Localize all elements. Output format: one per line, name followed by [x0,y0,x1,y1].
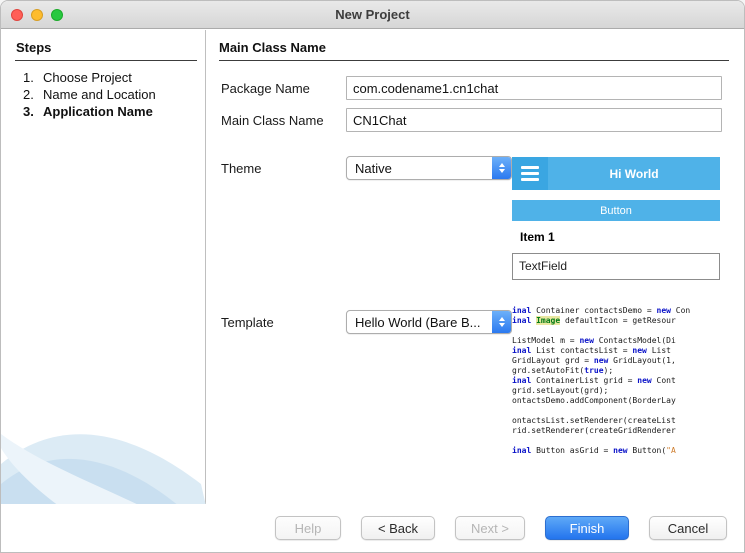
step-item-application-name: 3. Application Name [23,104,153,119]
preview-button: Button [512,200,720,221]
steps-divider [15,60,197,61]
step-item-choose-project: 1. Choose Project [23,70,132,85]
step-item-name-and-location: 2. Name and Location [23,87,156,102]
package-name-input[interactable] [346,76,722,100]
step-label: Application Name [43,104,153,119]
heading-divider [219,60,729,61]
traffic-lights [11,9,63,21]
steps-heading: Steps [16,40,52,55]
next-button: Next > [455,516,525,540]
template-label: Template [221,315,274,330]
footer-button-bar: Help < Back Next > Finish Cancel [1,504,744,552]
step-label: Name and Location [43,87,156,102]
new-project-dialog: New Project Steps 1. Choose Project 2. N… [0,0,745,553]
window-title: New Project [335,7,410,22]
step-number: 3. [23,104,34,119]
finish-button[interactable]: Finish [545,516,629,540]
page-title: Main Class Name [219,40,326,55]
template-dropdown[interactable]: Hello World (Bare B... [346,310,512,334]
theme-dropdown[interactable]: Native [346,156,512,180]
step-number: 1. [23,70,34,85]
dropdown-stepper-icon [492,311,511,333]
watermark-graphic [1,434,206,506]
theme-preview-panel: Hi World Button Item 1 TextField [512,157,720,288]
main-class-name-label: Main Class Name [221,113,324,128]
theme-dropdown-value: Native [355,160,392,176]
preview-textfield: TextField [512,253,720,280]
titlebar: New Project [1,1,744,29]
cancel-button[interactable]: Cancel [649,516,727,540]
theme-label: Theme [221,161,262,176]
step-label: Choose Project [43,70,132,85]
preview-title: Hi World [609,166,659,181]
package-name-label: Package Name [221,81,310,96]
template-dropdown-value: Hello World (Bare B... [355,314,481,330]
steps-panel: Steps 1. Choose Project 2. Name and Loca… [1,30,206,506]
close-window-button[interactable] [11,9,23,21]
step-number: 2. [23,87,34,102]
main-class-name-input[interactable] [346,108,722,132]
help-button: Help [275,516,341,540]
back-button[interactable]: < Back [361,516,435,540]
minimize-window-button[interactable] [31,9,43,21]
hamburger-menu-icon [512,157,548,190]
code-preview: inal Container contactsDemo = new Con ina… [512,306,722,458]
zoom-window-button[interactable] [51,9,63,21]
preview-item-label: Item 1 [520,230,555,244]
dropdown-stepper-icon [492,157,511,179]
preview-titlebar: Hi World [512,157,720,190]
